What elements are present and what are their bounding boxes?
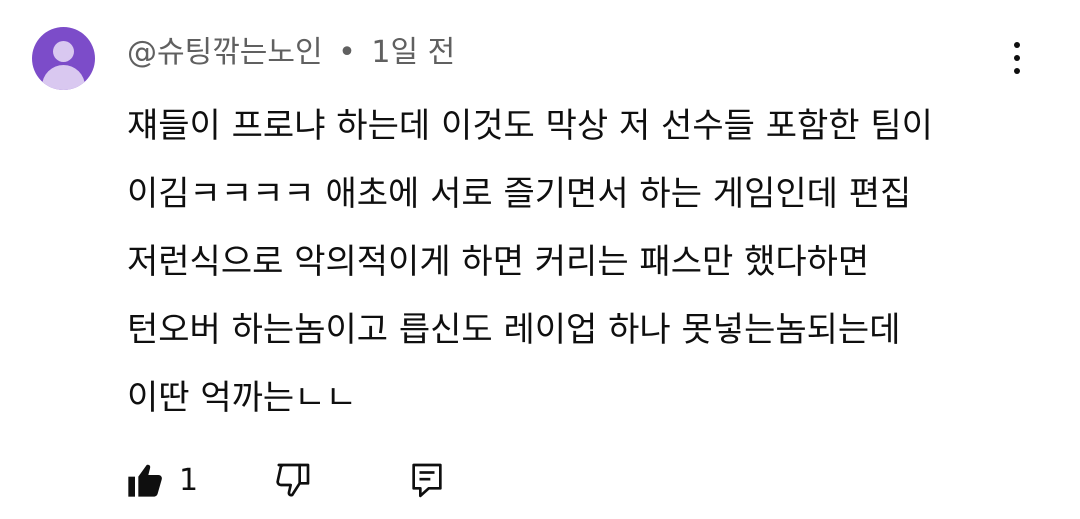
more-vertical-icon-dot — [1014, 55, 1020, 61]
comment-line: 저런식으로 악의적이게 하면 커리는 패스만 했다하면 — [127, 242, 870, 282]
avatar[interactable] — [32, 27, 95, 90]
reply-button[interactable] — [407, 460, 447, 500]
comment-card: @슈팅깎는노인 • 1일 전 쟤들이 프로냐 하는데 이것도 막상 저 선수들 … — [0, 0, 1080, 519]
more-vertical-icon — [1014, 42, 1020, 48]
comment-header: @슈팅깎는노인 • 1일 전 — [127, 33, 455, 73]
comment-line: 이딴 억까는ㄴㄴ — [127, 378, 357, 418]
more-vertical-icon-dot — [1014, 68, 1020, 74]
like-button[interactable]: 1 — [125, 460, 198, 500]
dislike-button[interactable] — [273, 460, 313, 500]
thumbs-up-filled-icon — [125, 460, 165, 500]
reply-comment-icon — [407, 460, 447, 500]
avatar-body-shape — [42, 65, 85, 90]
avatar-head-shape — [53, 41, 74, 62]
comment-text: 쟤들이 프로냐 하는데 이것도 막상 저 선수들 포함한 팀이 이김ㅋㅋㅋㅋ 애… — [127, 92, 1057, 432]
author-name[interactable]: @슈팅깎는노인 — [127, 35, 323, 70]
comment-line: 이김ㅋㅋㅋㅋ 애초에 서로 즐기면서 하는 게임인데 편집 — [127, 174, 912, 214]
like-count: 1 — [179, 462, 199, 498]
thumbs-down-icon — [273, 460, 313, 500]
comment-line: 턴오버 하는놈이고 릅신도 레이업 하나 못넣는놈되는데 — [127, 310, 901, 350]
meta-separator: • — [338, 35, 356, 70]
comment-time[interactable]: 1일 전 — [371, 35, 455, 70]
comment-line: 쟤들이 프로냐 하는데 이것도 막상 저 선수들 포함한 팀이 — [127, 106, 933, 146]
more-options-button[interactable] — [1000, 38, 1034, 78]
